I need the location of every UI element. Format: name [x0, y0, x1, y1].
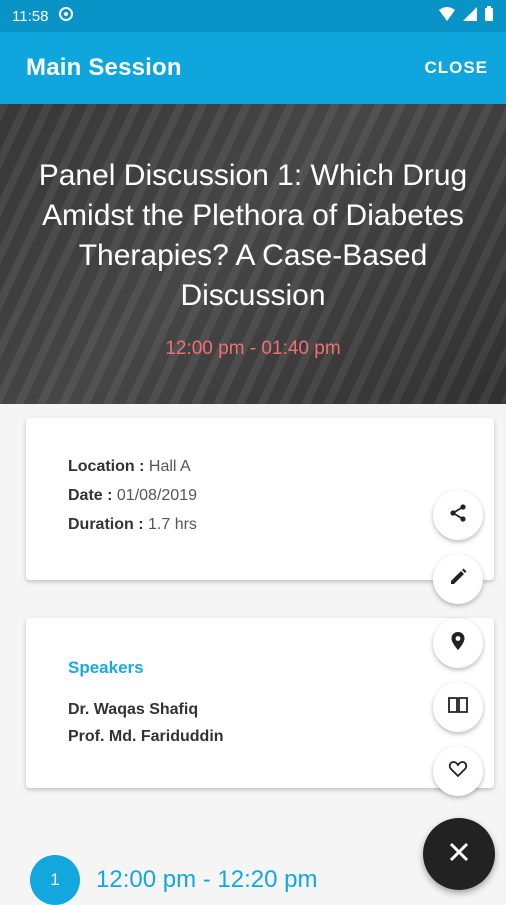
sync-icon [58, 6, 74, 26]
duration-label: Duration : [68, 516, 144, 533]
session-header: Panel Discussion 1: Which Drug Amidst th… [0, 104, 506, 404]
close-actions-button[interactable] [423, 818, 495, 890]
signal-icon [462, 6, 478, 26]
date-row: Date : 01/08/2019 [68, 487, 197, 505]
edit-button[interactable] [433, 554, 483, 604]
speaker-item[interactable]: Dr. Waqas Shafiq [68, 701, 198, 719]
page-title: Main Session [26, 54, 182, 81]
date-value: 01/08/2019 [116, 487, 197, 504]
speaker-item[interactable]: Prof. Md. Fariduddin [68, 728, 224, 746]
duration-value: 1.7 hrs [148, 516, 197, 533]
speakers-card: Speakers Dr. Waqas Shafiq Prof. Md. Fari… [26, 618, 494, 788]
close-button[interactable]: CLOSE [424, 58, 488, 78]
wifi-icon [438, 6, 456, 26]
share-icon [448, 503, 468, 528]
speakers-heading: Speakers [68, 658, 144, 677]
location-button[interactable] [433, 618, 483, 668]
notes-button[interactable] [433, 682, 483, 732]
status-time: 11:58 [12, 7, 49, 25]
status-bar: 11:58 [0, 0, 506, 32]
session-info-card: Location : Hall A Date : 01/08/2019 Dura… [26, 418, 494, 580]
share-button[interactable] [433, 490, 483, 540]
location-pin-icon [448, 631, 468, 656]
date-label: Date : [68, 487, 113, 504]
location-row: Location : Hall A [68, 458, 191, 476]
edit-icon [448, 567, 468, 592]
session-time: 12:00 pm - 01:40 pm [165, 338, 341, 359]
book-icon [447, 695, 469, 720]
session-title: Panel Discussion 1: Which Drug Amidst th… [38, 159, 468, 312]
timeline-time[interactable]: 12:00 pm - 12:20 pm [96, 866, 317, 894]
close-icon [448, 841, 470, 868]
favorite-button[interactable] [433, 746, 483, 796]
heart-icon [448, 759, 468, 784]
location-value: Hall A [148, 458, 191, 475]
app-bar: Main Session CLOSE [0, 32, 506, 104]
duration-row: Duration : 1.7 hrs [68, 516, 197, 534]
location-label: Location : [68, 458, 145, 475]
timeline-number: 1 [30, 855, 80, 905]
status-icons [438, 6, 494, 26]
battery-icon [484, 6, 494, 26]
